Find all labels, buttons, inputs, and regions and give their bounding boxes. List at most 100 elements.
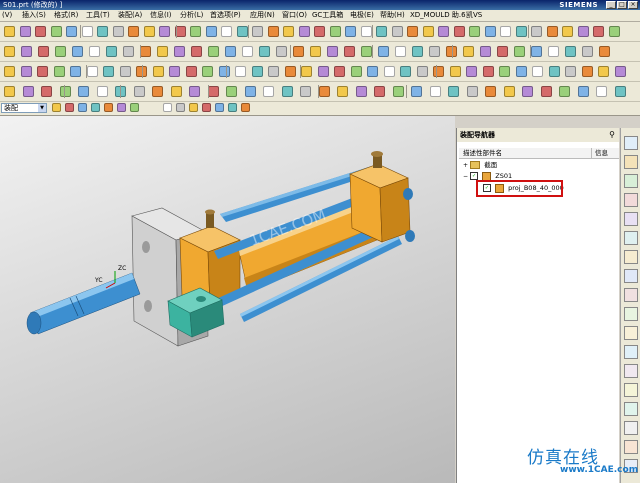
pin-icon[interactable]: ⚲ — [606, 128, 615, 142]
toolbar-icon[interactable] — [599, 46, 610, 57]
selection-tool-icon[interactable] — [130, 103, 139, 112]
toolbar-icon[interactable] — [503, 86, 515, 97]
toolbar-icon[interactable] — [41, 86, 52, 97]
selection-tool-icon[interactable] — [117, 103, 126, 112]
toolbar-icon[interactable] — [310, 46, 321, 57]
menu-application[interactable]: 应用(N) — [250, 10, 275, 21]
toolbar-icon[interactable] — [169, 66, 180, 77]
toolbar-icon[interactable] — [469, 26, 480, 37]
toolbar-icon[interactable] — [355, 86, 367, 97]
toolbar-icon[interactable] — [152, 86, 163, 97]
toolbar-icon[interactable] — [86, 66, 98, 77]
selection-tool-icon[interactable] — [78, 103, 87, 112]
toolbar-icon[interactable] — [482, 66, 494, 77]
resource-bar-button[interactable] — [624, 364, 638, 378]
toolbar-icon[interactable] — [466, 86, 478, 97]
tree-row-section[interactable]: + 截面 — [463, 160, 497, 170]
selection-tool-icon[interactable] — [215, 103, 224, 112]
toolbar-icon[interactable] — [174, 46, 185, 57]
toolbar-icon[interactable] — [614, 66, 626, 77]
menu-window[interactable]: 窗口(O) — [282, 10, 307, 21]
menu-insert[interactable]: 插入(S) — [22, 10, 46, 21]
menu-analysis[interactable]: 分析(L) — [180, 10, 203, 21]
toolbar-icon[interactable] — [448, 86, 459, 97]
toolbar-icon[interactable] — [225, 46, 236, 57]
resource-bar-button[interactable] — [624, 402, 638, 416]
toolbar-icon[interactable] — [21, 46, 32, 57]
toolbar-icon[interactable] — [531, 46, 542, 57]
toolbar-icon[interactable] — [157, 46, 168, 57]
toolbar-icon[interactable] — [515, 26, 527, 37]
toolbar-icon[interactable] — [235, 66, 246, 77]
toolbar-icon[interactable] — [582, 46, 593, 57]
resource-bar-button[interactable] — [624, 307, 638, 321]
toolbar-icon[interactable] — [367, 66, 378, 77]
toolbar-icon[interactable] — [4, 66, 15, 77]
toolbar-icon[interactable] — [485, 86, 496, 97]
toolbar-icon[interactable] — [4, 26, 15, 37]
toolbar-icon[interactable] — [614, 86, 626, 97]
toolbar-icon[interactable] — [497, 46, 508, 57]
toolbar-icon[interactable] — [378, 46, 389, 57]
toolbar-icon[interactable] — [159, 26, 170, 37]
toolbar-icon[interactable] — [190, 26, 201, 37]
toolbar-icon[interactable] — [466, 66, 477, 77]
visibility-checkbox[interactable]: ✓ — [470, 172, 479, 180]
selection-tool-icon[interactable] — [241, 103, 250, 112]
toolbar-icon[interactable] — [532, 66, 543, 77]
toolbar-icon[interactable] — [221, 26, 232, 37]
toolbar-icon[interactable] — [152, 66, 164, 77]
toolbar-icon[interactable] — [548, 46, 559, 57]
menu-electrode[interactable]: 电极(E) — [350, 10, 374, 21]
toolbar-icon[interactable] — [301, 66, 312, 77]
toolbar-icon[interactable] — [565, 46, 576, 57]
selection-tool-icon[interactable] — [104, 103, 113, 112]
minimize-button[interactable]: _ — [606, 1, 616, 9]
toolbar-icon[interactable] — [596, 86, 607, 97]
toolbar-icon[interactable] — [480, 46, 491, 57]
toolbar-icon[interactable] — [376, 26, 387, 37]
toolbar-icon[interactable] — [449, 66, 461, 77]
maximize-button[interactable]: □ — [617, 1, 627, 9]
toolbar-icon[interactable] — [96, 86, 108, 97]
toolbar-icon[interactable] — [499, 66, 510, 77]
toolbar-icon[interactable] — [608, 26, 620, 37]
toolbar-icon[interactable] — [395, 46, 406, 57]
menu-help[interactable]: 帮助(H) — [380, 10, 405, 21]
toolbar-icon[interactable] — [251, 66, 263, 77]
toolbar-icon[interactable] — [327, 46, 338, 57]
toolbar-icon[interactable] — [208, 46, 219, 57]
toolbar-icon[interactable] — [119, 66, 131, 77]
toolbar-icon[interactable] — [22, 86, 34, 97]
resource-bar-button[interactable] — [624, 345, 638, 359]
selection-tool-icon[interactable] — [228, 103, 237, 112]
toolbar-icon[interactable] — [38, 46, 49, 57]
toolbar-icon[interactable] — [453, 26, 465, 37]
toolbar-icon[interactable] — [55, 46, 66, 57]
resource-bar-button[interactable] — [624, 212, 638, 226]
toolbar-icon[interactable] — [374, 86, 385, 97]
toolbar-icon[interactable] — [360, 26, 372, 37]
toolbar-icon[interactable] — [123, 46, 134, 57]
toolbar-icon[interactable] — [207, 86, 219, 97]
toolbar-icon[interactable] — [185, 66, 197, 77]
resource-bar-button[interactable] — [624, 193, 638, 207]
resource-bar-button[interactable] — [624, 288, 638, 302]
toolbar-icon[interactable] — [559, 86, 570, 97]
toolbar-icon[interactable] — [72, 46, 83, 57]
toolbar-icon[interactable] — [522, 86, 533, 97]
toolbar-icon[interactable] — [20, 66, 32, 77]
toolbar-icon[interactable] — [411, 86, 422, 97]
toolbar-icon[interactable] — [191, 46, 202, 57]
chevron-down-icon[interactable]: ▼ — [38, 104, 46, 112]
toolbar-icon[interactable] — [53, 66, 65, 77]
menu-format[interactable]: 格式(R) — [54, 10, 78, 21]
toolbar-icon[interactable] — [577, 86, 589, 97]
toolbar-icon[interactable] — [429, 46, 440, 57]
close-button[interactable]: × — [628, 1, 638, 9]
resource-bar-button[interactable] — [624, 383, 638, 397]
graphics-window[interactable]: YC ZC 1CAE.COM — [0, 116, 455, 483]
toolbar-icon[interactable] — [429, 86, 441, 97]
toolbar-icon[interactable] — [140, 46, 151, 57]
menu-kaivs[interactable]: 凯VS — [466, 10, 482, 21]
